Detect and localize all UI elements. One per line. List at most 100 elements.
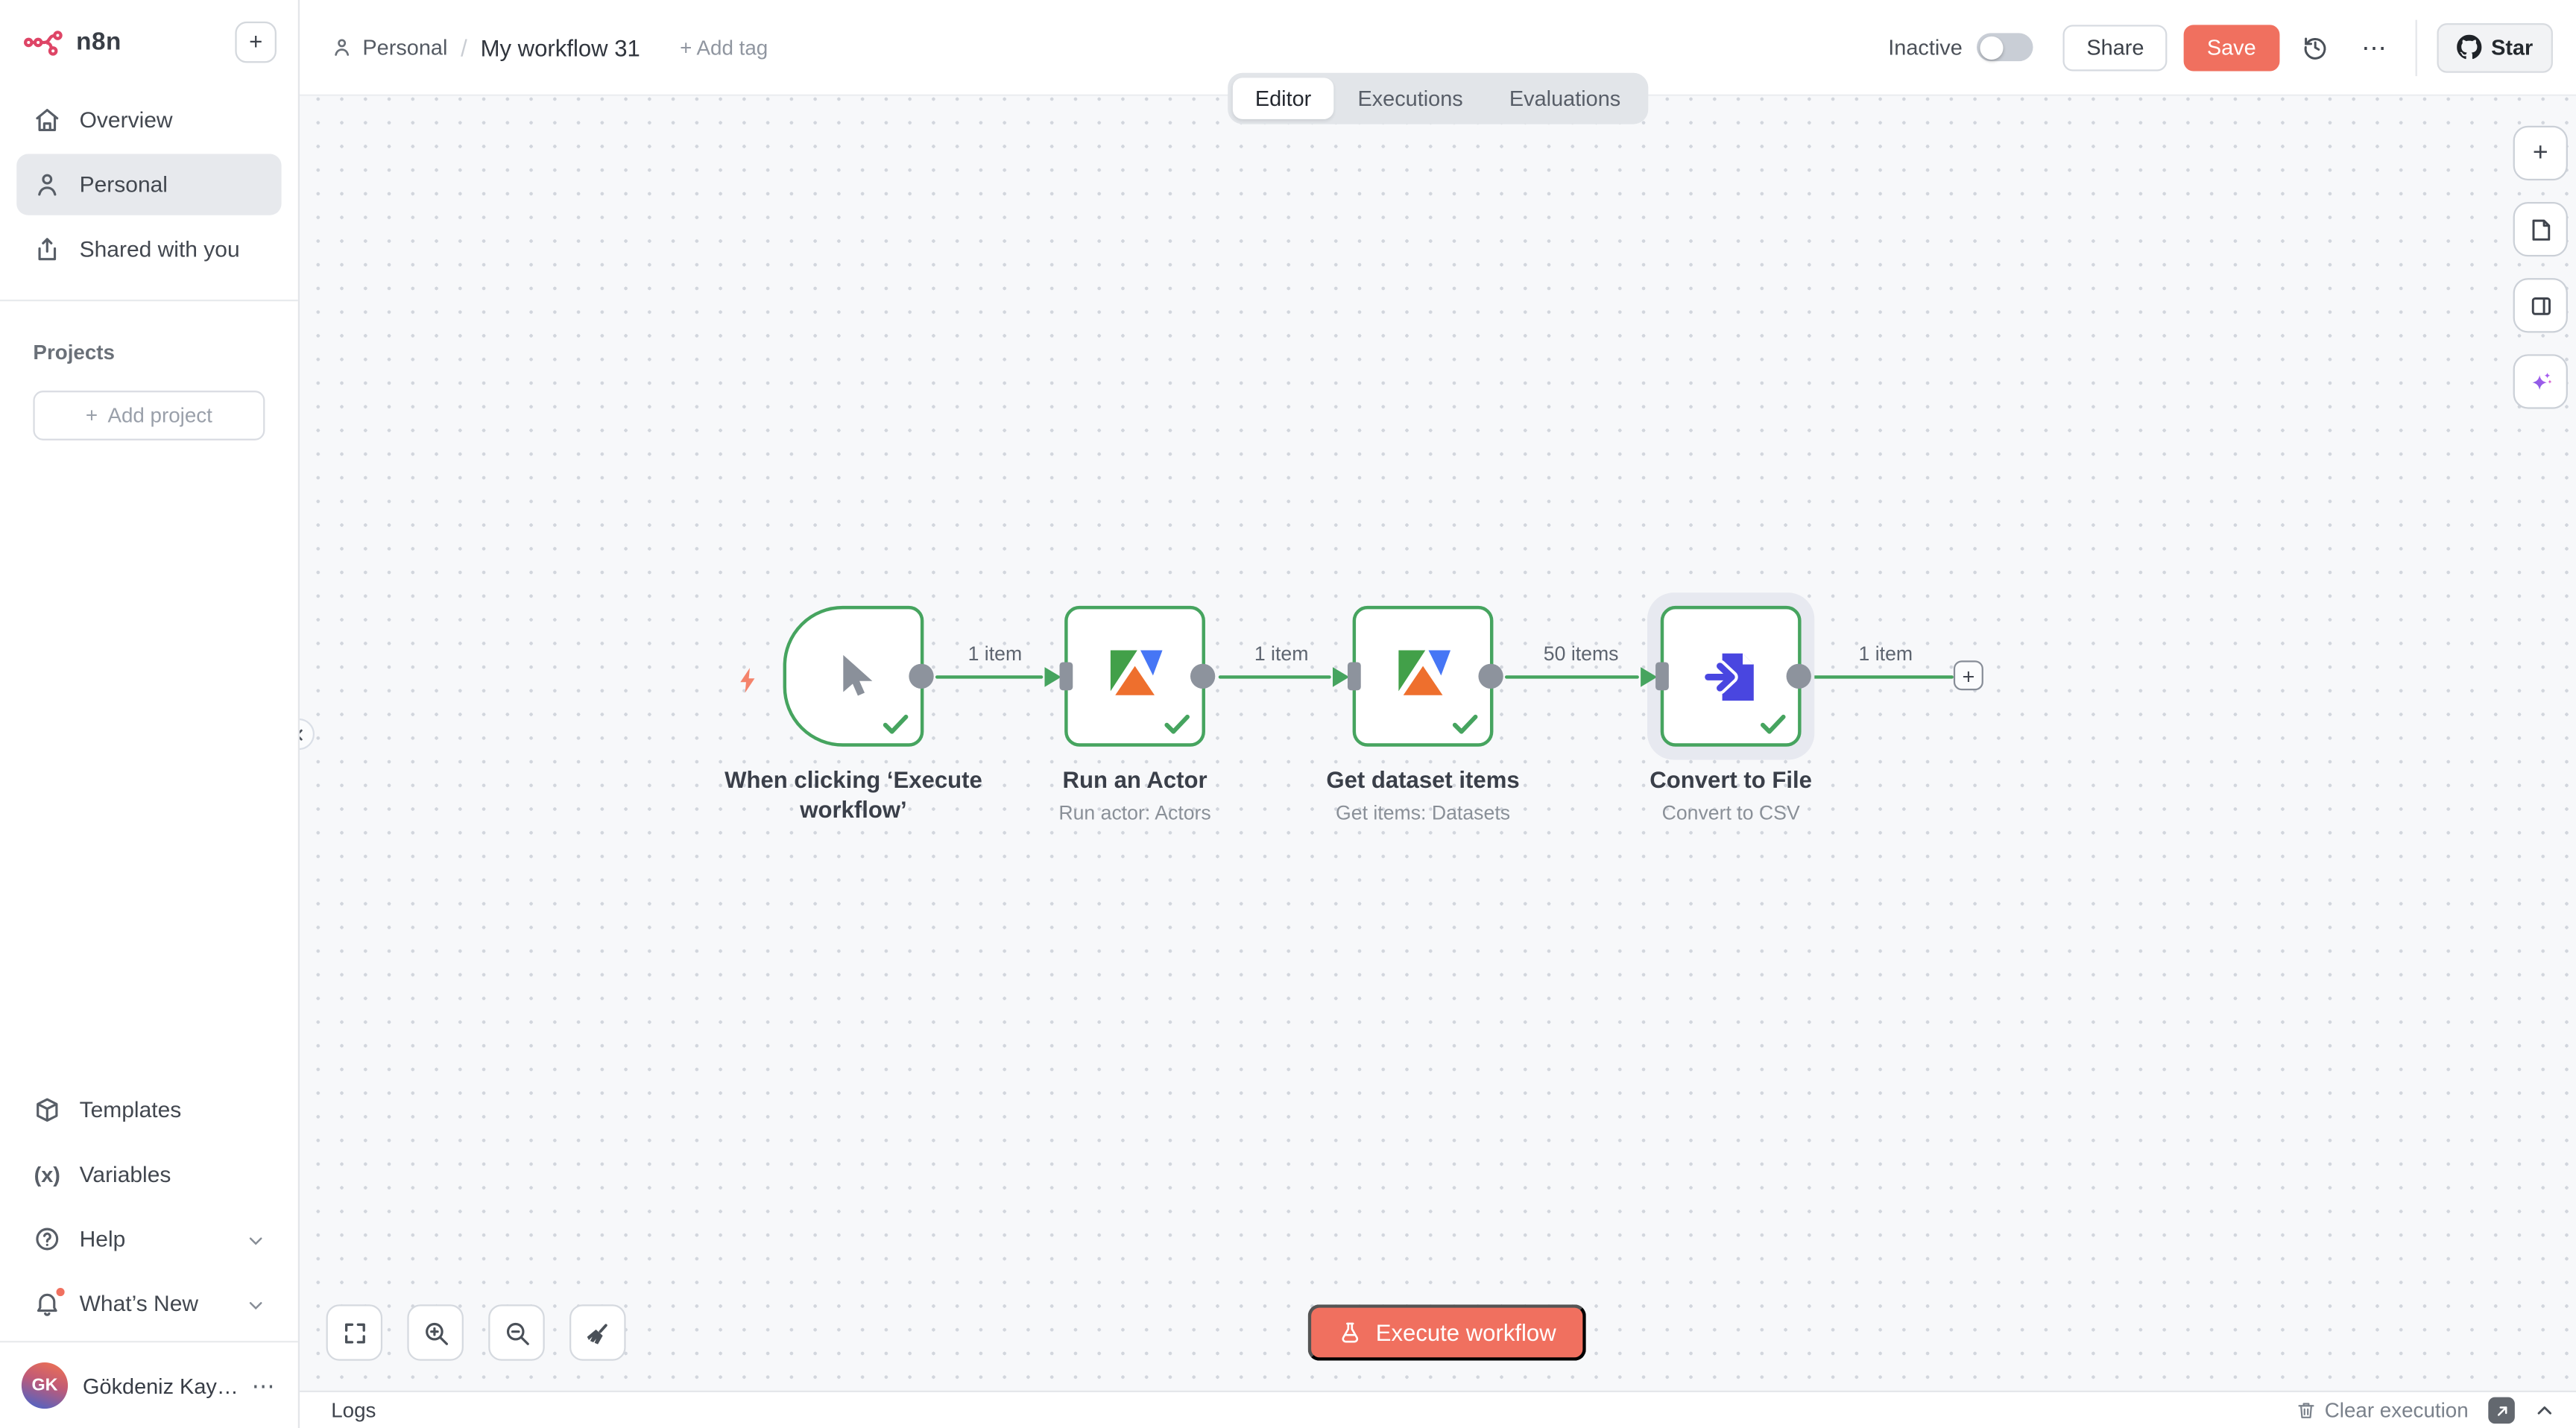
input-port[interactable] xyxy=(1348,662,1361,690)
zoom-in-button[interactable] xyxy=(407,1304,464,1361)
toggle-panel-button[interactable] xyxy=(2513,278,2568,332)
add-node-panel-button[interactable]: + xyxy=(2513,126,2568,180)
connection-line xyxy=(1505,674,1639,678)
sidebar-item-label: Help xyxy=(80,1227,126,1251)
node-get-dataset-items[interactable]: Get dataset itemsGet items: Datasets xyxy=(1353,606,1494,747)
brand-name: n8n xyxy=(76,28,121,56)
node-convert-to-file[interactable]: Convert to FileConvert to CSV xyxy=(1661,606,1802,747)
sidebar-item-personal[interactable]: Personal xyxy=(16,154,281,215)
success-check-icon xyxy=(1452,713,1479,735)
output-port[interactable] xyxy=(1787,664,1811,689)
apify-icon xyxy=(1103,645,1166,707)
node-when-clicking-execute-workflow[interactable]: When clicking ‘Execute workflow’ xyxy=(783,606,924,747)
sidebar-item-whats-new[interactable]: What’s New xyxy=(16,1273,281,1334)
add-project-button[interactable]: + Add project xyxy=(33,391,265,440)
add-sticky-note-button[interactable] xyxy=(2513,202,2568,256)
logs-bar[interactable]: Logs Clear execution xyxy=(300,1391,2576,1428)
sidebar-item-templates[interactable]: Templates xyxy=(16,1079,281,1140)
zoom-out-icon xyxy=(502,1318,531,1347)
output-port[interactable] xyxy=(1478,664,1503,689)
open-logs-window-button[interactable] xyxy=(2488,1397,2515,1424)
node-run-an-actor[interactable]: Run an ActorRun actor: Actors xyxy=(1064,606,1205,747)
input-port[interactable] xyxy=(1655,662,1669,690)
sidebar-footer-nav: Templates (x) Variables Help xyxy=(0,1072,298,1341)
sidebar-item-shared-with-you[interactable]: Shared with you xyxy=(16,218,281,279)
plus-icon: + xyxy=(86,404,98,427)
top-actions: Inactive Share Save ⋯ Star xyxy=(1888,19,2553,76)
sidebar-item-label: What’s New xyxy=(80,1291,198,1315)
share-button[interactable]: Share xyxy=(2063,24,2167,70)
active-toggle[interactable] xyxy=(1977,33,2034,61)
sidebar-item-help[interactable]: Help xyxy=(16,1208,281,1269)
connection-items-label: 1 item xyxy=(1859,642,1913,666)
sidebar-item-overview[interactable]: Overview xyxy=(16,89,281,151)
convert-to-file-icon xyxy=(1699,645,1762,707)
chevron-down-icon xyxy=(247,1295,265,1312)
tab-executions[interactable]: Executions xyxy=(1334,78,1486,119)
main-area: Personal / My workflow 31 + Add tag Inac… xyxy=(300,0,2576,1428)
connection-items-label: 1 item xyxy=(1254,642,1309,666)
input-arrow xyxy=(1333,666,1349,686)
clear-execution-button[interactable]: Clear execution xyxy=(2296,1399,2469,1422)
success-check-icon xyxy=(1760,713,1787,735)
execute-workflow-button[interactable]: Execute workflow xyxy=(1308,1304,1586,1361)
sidebar-item-variables[interactable]: (x) Variables xyxy=(16,1144,281,1205)
chevron-up-icon xyxy=(2535,1400,2555,1421)
sidebar-collapse-button[interactable] xyxy=(300,718,315,750)
zoom-to-fit-button[interactable] xyxy=(326,1304,383,1361)
sidebar-divider xyxy=(0,300,298,301)
n8n-logo[interactable]: n8n xyxy=(22,27,121,57)
sidebar-item-label: Variables xyxy=(80,1162,171,1187)
person-icon xyxy=(33,171,61,199)
canvas-right-toolbar: + xyxy=(2513,126,2568,409)
sidebar: n8n + Overview Personal Shared xyxy=(0,0,300,1428)
trash-icon xyxy=(2296,1400,2317,1421)
input-arrow xyxy=(1641,666,1657,686)
add-node-button[interactable]: + xyxy=(1954,660,1983,690)
add-tag-button[interactable]: + Add tag xyxy=(680,36,768,59)
sidebar-item-label: Personal xyxy=(80,172,168,197)
sidebar-item-label: Templates xyxy=(80,1098,182,1122)
tab-evaluations[interactable]: Evaluations xyxy=(1486,78,1644,119)
bell-icon xyxy=(33,1289,61,1318)
save-button[interactable]: Save xyxy=(2184,24,2279,70)
node-body[interactable] xyxy=(783,606,924,747)
node-body[interactable] xyxy=(1661,606,1802,747)
help-icon xyxy=(33,1225,61,1254)
connection-line xyxy=(1813,674,1954,678)
apify-icon xyxy=(1392,645,1454,707)
logs-actions: Clear execution xyxy=(2296,1397,2554,1424)
toggle-knob xyxy=(1980,36,2004,59)
expand-logs-button[interactable] xyxy=(2535,1400,2555,1421)
user-more-button[interactable]: ⋯ xyxy=(252,1371,277,1400)
github-icon xyxy=(2456,35,2481,60)
node-body[interactable] xyxy=(1353,606,1494,747)
add-workflow-button[interactable]: + xyxy=(235,21,277,63)
node-body[interactable] xyxy=(1064,606,1205,747)
split-panel-icon xyxy=(2528,292,2554,319)
github-star-button[interactable]: Star xyxy=(2437,22,2553,72)
zoom-out-button[interactable] xyxy=(488,1304,545,1361)
variables-icon: (x) xyxy=(33,1160,61,1189)
breadcrumb-project[interactable]: Personal xyxy=(331,35,447,60)
workflow-title[interactable]: My workflow 31 xyxy=(481,34,640,61)
tidy-up-button[interactable] xyxy=(569,1304,626,1361)
node-subtitle: Convert to CSV xyxy=(1541,802,1922,828)
projects-heading: Projects xyxy=(0,315,298,364)
tab-editor[interactable]: Editor xyxy=(1232,78,1335,119)
cursor-icon xyxy=(822,645,885,707)
input-port[interactable] xyxy=(1060,662,1073,690)
workflow-canvas[interactable]: 1 item 1 item 50 items 1 item When click… xyxy=(300,96,2576,1391)
output-port[interactable] xyxy=(1190,664,1215,689)
view-tabs: Editor Executions Evaluations xyxy=(1227,73,1649,124)
sidebar-header: n8n + xyxy=(0,0,298,83)
success-check-icon xyxy=(1164,713,1190,735)
sticky-note-icon xyxy=(2528,216,2554,243)
workflow-menu-button[interactable]: ⋯ xyxy=(2352,24,2399,70)
user-menu[interactable]: GK Gökdeniz Kay… ⋯ xyxy=(0,1341,298,1428)
sidebar-item-label: Shared with you xyxy=(80,237,240,262)
breadcrumb-separator: / xyxy=(461,34,467,61)
output-port[interactable] xyxy=(909,664,933,689)
workflow-history-button[interactable] xyxy=(2293,24,2339,70)
ai-assistant-button[interactable] xyxy=(2513,354,2568,408)
